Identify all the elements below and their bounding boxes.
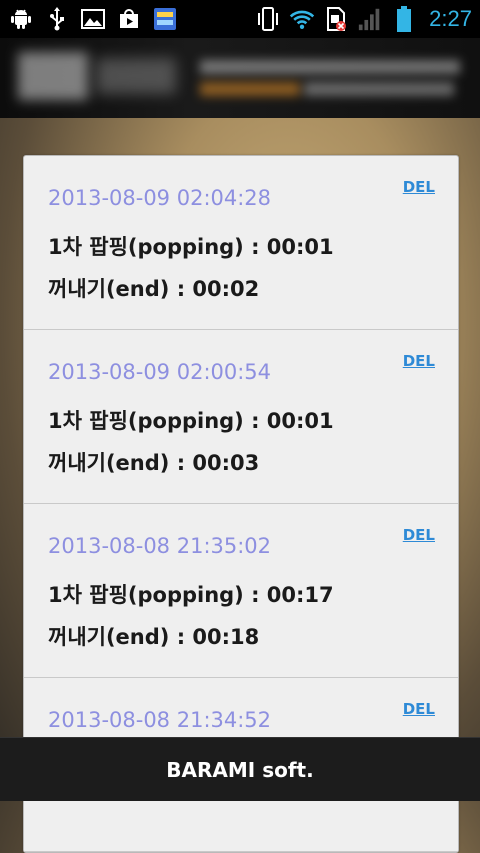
record-end-time: 꺼내기(end) : 00:18 (48, 625, 260, 649)
image-icon (80, 6, 106, 32)
record-popping-time: 1차 팝핑(popping) : 00:17 (48, 583, 334, 607)
ad-text-blur (200, 60, 460, 74)
ad-banner[interactable] (0, 38, 480, 118)
delete-button[interactable]: DEL (403, 178, 435, 196)
delete-button[interactable]: DEL (403, 352, 435, 370)
no-sim-icon (323, 6, 349, 32)
footer-bar: BARAMI soft. (0, 737, 480, 801)
ad-logo-blur (18, 52, 88, 100)
footer-brand: BARAMI soft. (166, 757, 314, 782)
notification-icons (8, 6, 178, 32)
ad-text-blur-2 (304, 82, 454, 96)
android-debug-icon (8, 6, 34, 32)
play-store-icon (116, 6, 142, 32)
record-end-time: 꺼내기(end) : 00:02 (48, 277, 260, 301)
ad-graphic-blur (96, 58, 176, 94)
record-date: 2013-08-09 02:04:28 (48, 186, 272, 210)
clock: 2:27 (429, 6, 472, 31)
list-item: 2013-08-08 21:35:02 1차 팝핑(popping) : 00:… (24, 504, 458, 678)
record-popping-time: 1차 팝핑(popping) : 00:01 (48, 409, 334, 433)
delete-button[interactable]: DEL (403, 700, 435, 718)
system-icons: 2:27 (255, 6, 472, 32)
wifi-icon (289, 6, 315, 32)
vibrate-icon (255, 6, 281, 32)
record-popping-time: 1차 팝핑(popping) : 00:01 (48, 235, 334, 259)
signal-icon (357, 6, 383, 32)
ad-highlight-blur (200, 82, 300, 96)
list-item: 2013-08-09 02:00:54 1차 팝핑(popping) : 00:… (24, 330, 458, 504)
usb-icon (44, 6, 70, 32)
record-date: 2013-08-09 02:00:54 (48, 360, 272, 384)
record-date: 2013-08-08 21:35:02 (48, 534, 272, 558)
app-icon (152, 6, 178, 32)
record-date: 2013-08-08 21:34:52 (48, 708, 272, 732)
delete-button[interactable]: DEL (403, 526, 435, 544)
list-item: 2013-08-09 02:04:28 1차 팝핑(popping) : 00:… (24, 156, 458, 330)
status-bar: 2:27 (0, 0, 480, 38)
record-end-time: 꺼내기(end) : 00:03 (48, 451, 260, 475)
battery-icon (391, 6, 417, 32)
